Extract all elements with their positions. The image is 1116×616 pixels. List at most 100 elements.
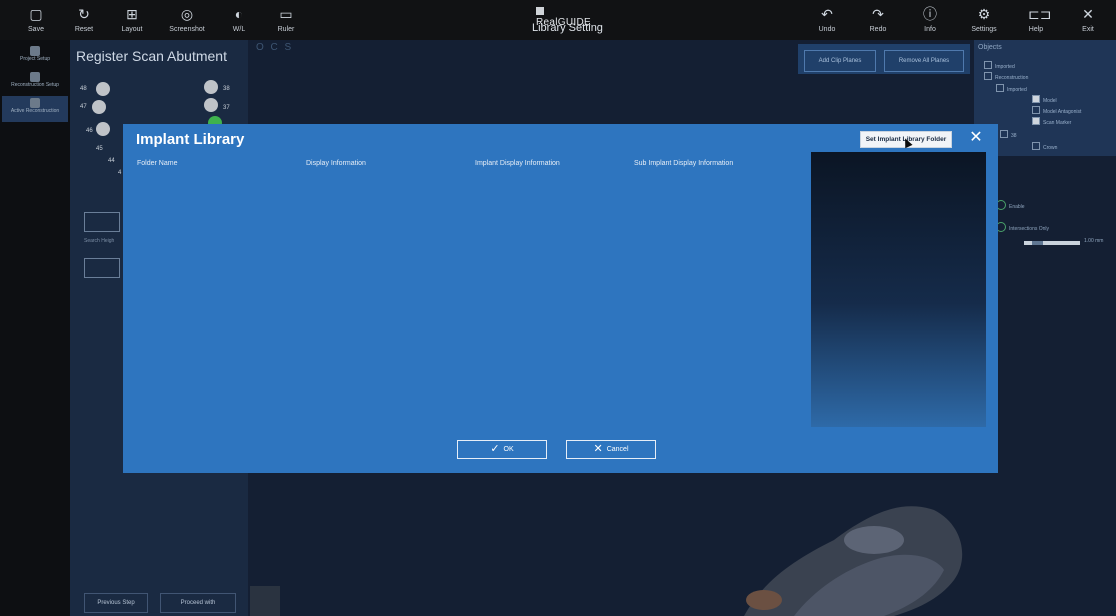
checkbox[interactable]	[1032, 117, 1040, 125]
step-label: Reconstruction Setup	[11, 82, 59, 88]
slider-fill	[1032, 241, 1043, 245]
info-button[interactable]: ⓘ Info	[908, 0, 952, 40]
close-icon: ✕	[1082, 6, 1094, 22]
checkbox[interactable]	[1032, 106, 1040, 114]
intersections-only-option[interactable]: Intersections Only	[996, 222, 1049, 232]
slider-value: 1.00 mm	[1084, 238, 1104, 244]
layout-button[interactable]: ⊞ Layout	[110, 0, 154, 40]
top-toolbar: ▢ Save ↻ Reset ⊞ Layout ◎ Screenshot ◐ W…	[0, 0, 1116, 40]
step-active-reconstruction[interactable]: Active Reconstruction	[2, 96, 68, 122]
tooth-38[interactable]	[204, 80, 218, 94]
checkbox[interactable]	[1032, 95, 1040, 103]
step-label: Active Reconstruction	[10, 108, 60, 114]
tooth-number: 37	[223, 105, 230, 111]
active-reconstruction-icon	[30, 98, 40, 108]
close-dialog-button[interactable]: ✕	[966, 128, 986, 148]
layout-icon: ⊞	[126, 6, 138, 22]
checkbox[interactable]	[984, 72, 992, 80]
gear-icon: ⚙	[977, 6, 991, 22]
redo-button[interactable]: ↷ Redo	[856, 0, 900, 40]
app-logo: RealGUIDE	[536, 6, 596, 28]
object-row[interactable]: Scan Marker	[1032, 117, 1071, 126]
camera-icon: ◎	[180, 6, 194, 22]
model-thumbnail[interactable]	[250, 586, 280, 616]
objects-title: Objects	[978, 44, 1002, 51]
tooth-number: 4	[118, 170, 122, 176]
exit-label: Exit	[1082, 26, 1094, 33]
close-icon: ✕	[593, 443, 603, 455]
settings-label: Settings	[971, 26, 997, 33]
column-display-information[interactable]: Display Information	[306, 160, 366, 167]
screenshot-button[interactable]: ◎ Screenshot	[165, 0, 209, 40]
step-label: Project Setup	[19, 56, 51, 62]
object-row[interactable]: Reconstruction	[984, 72, 1028, 81]
checkbox[interactable]	[984, 61, 992, 69]
step-sidebar: Project Setup Reconstruction Setup Activ…	[0, 40, 70, 616]
undo-icon: ↶	[821, 6, 833, 22]
wl-button[interactable]: ◐ W/L	[217, 0, 261, 40]
ruler-icon: ▭	[279, 6, 293, 22]
ruler-label: Ruler	[277, 26, 295, 33]
remove-all-planes-button[interactable]: Remove All Planes	[884, 50, 964, 72]
tooth-47[interactable]	[92, 100, 106, 114]
redo-label: Redo	[869, 26, 887, 33]
object-row[interactable]: Model Antagonist	[1032, 106, 1081, 115]
dental-model-mesh[interactable]	[704, 470, 974, 616]
tooth-46[interactable]	[96, 122, 110, 136]
cancel-button[interactable]: ✕ Cancel	[566, 440, 656, 459]
object-row[interactable]: Crown	[1032, 142, 1057, 151]
previous-step-button[interactable]: Previous Step	[84, 593, 148, 613]
tooth-48[interactable]	[96, 82, 110, 96]
proceed-button[interactable]: Proceed with	[160, 593, 236, 613]
tooth-number: 48	[80, 86, 87, 92]
logo-mark-icon	[536, 7, 544, 15]
object-row[interactable]: Imported	[984, 61, 1015, 70]
close-icon: ✕	[969, 129, 983, 146]
thickness-slider[interactable]	[1024, 241, 1080, 245]
screen-title: Library Setting	[532, 22, 603, 34]
layout-label: Layout	[121, 26, 143, 33]
ok-button[interactable]: ✓ OK	[457, 440, 547, 459]
column-folder-name[interactable]: Folder Name	[137, 160, 177, 167]
undo-label: Undo	[818, 26, 836, 33]
contrast-icon: ◐	[234, 6, 244, 22]
column-sub-implant-display-information[interactable]: Sub Implant Display Information	[634, 160, 733, 167]
checkbox[interactable]	[996, 84, 1004, 92]
help-label: Help	[1028, 26, 1044, 33]
enable-option[interactable]: Enable	[996, 200, 1025, 210]
wl-label: W/L	[232, 26, 246, 33]
column-implant-display-information[interactable]: Implant Display Information	[475, 160, 560, 167]
checkbox[interactable]	[1000, 130, 1008, 138]
save-button[interactable]: ▢ Save	[14, 0, 58, 40]
checkbox[interactable]	[1032, 142, 1040, 150]
object-row[interactable]: Imported	[996, 84, 1027, 93]
settings-button[interactable]: ⚙ Settings	[962, 0, 1006, 40]
tooth-number: 47	[80, 104, 87, 110]
implant-preview	[811, 152, 986, 427]
search-height-field[interactable]	[84, 258, 120, 278]
reset-icon: ↻	[78, 6, 90, 22]
tooth-number: 46	[86, 128, 93, 134]
reconstruction-setup-icon	[30, 72, 40, 82]
tooth-37[interactable]	[204, 98, 218, 112]
help-book-icon: ⊏⊐	[1028, 6, 1052, 22]
step-reconstruction-setup[interactable]: Reconstruction Setup	[2, 70, 68, 96]
ruler-button[interactable]: ▭ Ruler	[264, 0, 308, 40]
object-row[interactable]: Model	[1032, 95, 1057, 104]
tooth-number: 44	[108, 158, 115, 164]
view-tabs[interactable]: O C S	[256, 42, 293, 53]
help-button[interactable]: ⊏⊐ Help	[1014, 0, 1058, 40]
panel-title: Register Scan Abutment	[76, 48, 227, 64]
undo-button[interactable]: ↶ Undo	[805, 0, 849, 40]
project-setup-icon	[30, 46, 40, 56]
object-row[interactable]: 38	[1000, 130, 1017, 139]
height-field[interactable]	[84, 212, 120, 232]
add-clip-planes-button[interactable]: Add Clip Planes	[804, 50, 876, 72]
step-project-setup[interactable]: Project Setup	[2, 44, 68, 70]
redo-icon: ↷	[872, 6, 884, 22]
exit-button[interactable]: ✕ Exit	[1066, 0, 1110, 40]
info-icon: ⓘ	[923, 6, 937, 22]
save-label: Save	[28, 26, 44, 33]
reset-button[interactable]: ↻ Reset	[62, 0, 106, 40]
dialog-title: Implant Library	[136, 131, 245, 148]
